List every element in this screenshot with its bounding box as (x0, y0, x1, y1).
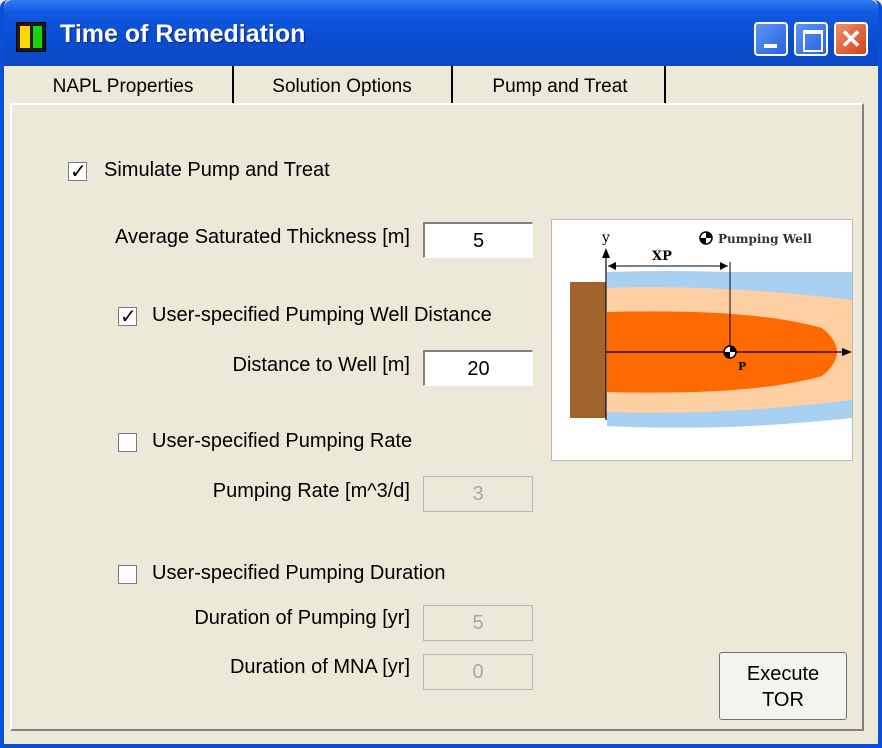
title-bar[interactable]: Time of Remediation ✕ (4, 0, 878, 66)
legend-label: Pumping Well (718, 232, 812, 246)
user-pump-well-distance-label: User-specified Pumping Well Distance (152, 304, 492, 326)
tab-divider (451, 66, 453, 104)
simulate-pump-treat-label: Simulate Pump and Treat (104, 159, 330, 181)
avg-sat-thickness-label: Average Saturated Thickness [m] (115, 226, 410, 248)
duration-pumping-input[interactable]: 5 (423, 605, 533, 641)
avg-sat-thickness-input[interactable]: 5 (423, 222, 533, 258)
app-icon[interactable] (16, 22, 46, 52)
tab-napl-properties[interactable]: NAPL Properties (18, 70, 228, 104)
duration-mna-input[interactable]: 0 (423, 654, 533, 690)
maximize-button[interactable] (794, 22, 828, 56)
close-icon: ✕ (840, 24, 862, 54)
maximize-icon (803, 30, 823, 52)
diagram-svg: XP y P Pumping Well (570, 230, 852, 428)
duration-mna-label: Duration of MNA [yr] (229, 656, 410, 678)
minimize-button[interactable] (754, 22, 788, 56)
simulate-pump-treat-checkbox[interactable] (68, 159, 87, 183)
tab-pump-and-treat[interactable]: Pump and Treat (460, 70, 660, 104)
y-axis-arrow (602, 248, 610, 258)
tab-divider (232, 66, 234, 104)
source-zone (570, 282, 606, 418)
duration-pumping-label: Duration of Pumping [yr] (194, 607, 410, 629)
user-pump-duration-label: User-specified Pumping Duration (152, 562, 446, 584)
user-pump-duration-checkbox[interactable] (118, 565, 137, 584)
tab-divider (664, 66, 666, 104)
execute-button-line2: TOR (762, 689, 804, 711)
execute-button-line1: Execute (746, 663, 820, 685)
p-label: P (738, 360, 746, 373)
user-pump-rate-checkbox[interactable] (118, 433, 137, 452)
distance-to-well-label: Distance to Well [m] (232, 354, 410, 376)
minimize-icon (764, 44, 777, 48)
xp-arrow-right (720, 262, 728, 270)
user-pump-well-distance-checkbox[interactable] (118, 304, 137, 328)
xp-label: XP (652, 249, 672, 264)
user-pump-rate-label: User-specified Pumping Rate (152, 430, 413, 452)
xp-arrow-left (608, 262, 616, 270)
distance-to-well-input[interactable]: 20 (423, 350, 533, 386)
close-button[interactable]: ✕ (834, 22, 868, 56)
pump-well-diagram: XP y P Pumping Well (551, 219, 853, 461)
pumping-rate-label: Pumping Rate [m^3/d] (212, 480, 410, 502)
tab-solution-options[interactable]: Solution Options (242, 70, 442, 104)
window-title: Time of Remediation (60, 20, 306, 48)
pumping-rate-input[interactable]: 3 (423, 476, 533, 512)
y-label: y (601, 230, 610, 246)
execute-tor-button[interactable]: Execute TOR (719, 652, 847, 720)
